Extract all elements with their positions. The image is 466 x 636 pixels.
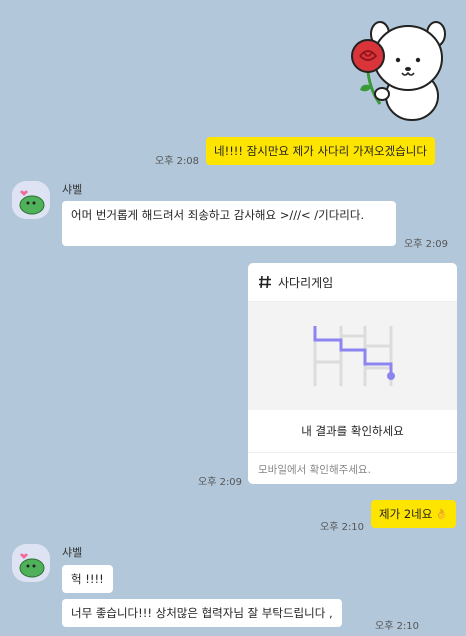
message-text: 네!!!! 잠시만요 제가 사다리 가져오겠습니다 — [214, 144, 427, 158]
message-text: 헉 !!!! — [71, 572, 104, 586]
message-time: 오후 2:10 — [375, 621, 420, 632]
sender-name: 샤벨 — [62, 183, 83, 196]
green-creature-avatar-icon — [19, 190, 45, 215]
bear-with-rose-icon — [351, 21, 446, 121]
incoming-message-bubble[interactable]: 헉 !!!! — [62, 565, 113, 593]
message-time: 오후 2:09 — [198, 477, 243, 488]
bear-rose-sticker[interactable] — [340, 12, 450, 124]
hash-icon — [259, 275, 271, 289]
hand-emoji-icon: 👌 — [435, 508, 448, 520]
outgoing-message-bubble[interactable]: 제가 2네요 👌 — [371, 500, 456, 528]
check-result-button[interactable]: 내 결과를 확인하세요 — [248, 410, 457, 453]
message-text: 제가 2네요 — [379, 507, 433, 521]
ladder-image — [248, 302, 457, 410]
incoming-message-bubble[interactable]: 어머 번거롭게 해드려서 죄송하고 감사해요 >///< /기다리다. — [62, 201, 396, 246]
ladder-game-icon — [313, 326, 395, 386]
sender-name: 샤벨 — [62, 546, 83, 559]
message-time: 오후 2:08 — [155, 156, 200, 167]
sender-avatar[interactable] — [12, 544, 50, 582]
outgoing-message-bubble[interactable]: 네!!!! 잠시만요 제가 사다리 가져오겠습니다 — [206, 137, 435, 165]
incoming-message-bubble[interactable]: 너무 좋습니다!!! 상처많은 협력자님 잘 부탁드립니다 , — [62, 599, 342, 627]
ladder-game-card[interactable]: 사다리게임 내 결과를 확인하세요 모바일에서 확인해주세요. — [248, 263, 457, 484]
card-footnote: 모바일에서 확인해주세요. — [258, 463, 371, 476]
card-header: 사다리게임 — [248, 263, 457, 302]
message-time: 오후 2:09 — [404, 239, 449, 250]
green-creature-avatar-icon — [19, 553, 45, 578]
card-title: 사다리게임 — [278, 275, 334, 290]
sender-avatar[interactable] — [12, 181, 50, 219]
message-text: 어머 번거롭게 해드려서 죄송하고 감사해요 >///< /기다리다. — [71, 208, 365, 222]
message-text: 너무 좋습니다!!! 상처많은 협력자님 잘 부탁드립니다 , — [71, 606, 333, 620]
message-time: 오후 2:10 — [320, 522, 365, 533]
